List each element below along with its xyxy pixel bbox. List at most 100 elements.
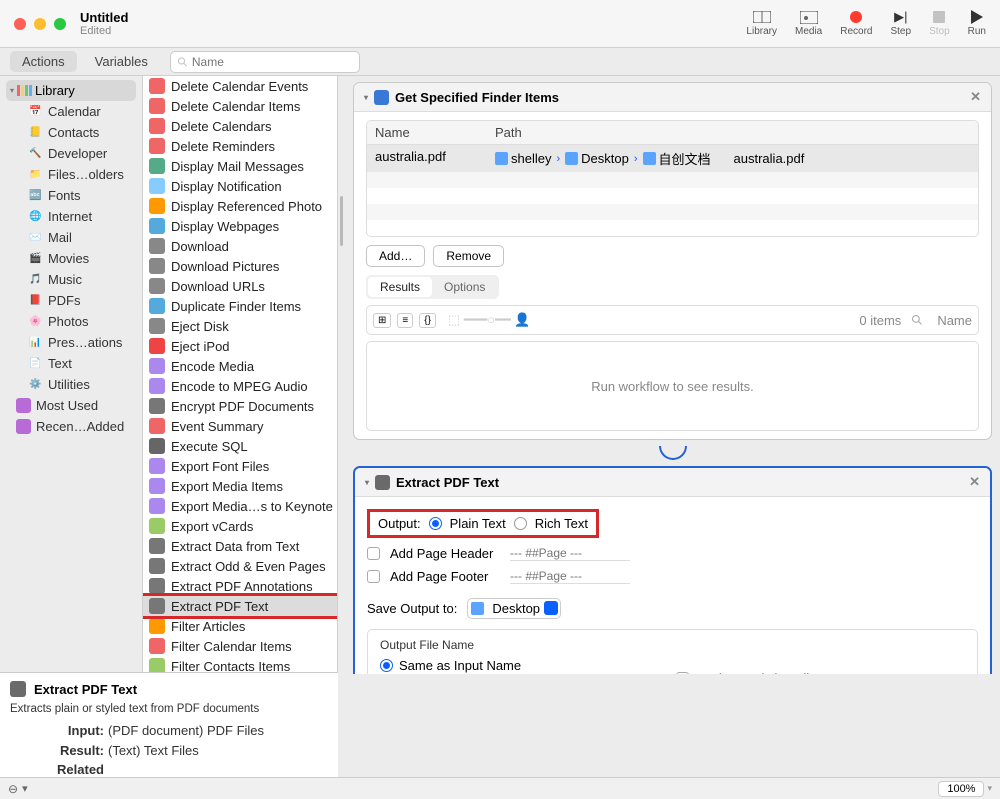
lib-item[interactable]: 🌸Photos [6, 311, 136, 332]
close-window[interactable] [14, 18, 26, 30]
ofn-title: Output File Name [380, 638, 965, 652]
action-item[interactable]: Eject iPod [143, 336, 337, 356]
name-filter[interactable]: Name [937, 313, 972, 328]
wf-extract-pdf-text: ▾Extract PDF Text✕ Output: Plain Text Ri… [353, 466, 992, 674]
action-item[interactable]: Encode Media [143, 356, 337, 376]
wf1-close[interactable]: ✕ [970, 89, 981, 105]
record-button[interactable]: Record [840, 10, 872, 37]
action-item[interactable]: Delete Calendar Events [143, 76, 337, 96]
action-item[interactable]: Extract Data from Text [143, 536, 337, 556]
save-label: Save Output to: [367, 601, 457, 616]
lib-item[interactable]: 📅Calendar [6, 101, 136, 122]
output-label: Output: [378, 516, 421, 531]
action-item[interactable]: Filter Calendar Items [143, 636, 337, 656]
lib-item[interactable]: 🌐Internet [6, 206, 136, 227]
window-subtitle: Edited [80, 25, 128, 37]
lib-item[interactable]: ✉️Mail [6, 227, 136, 248]
lib-item[interactable]: 🎬Movies [6, 248, 136, 269]
action-item[interactable]: Event Summary [143, 416, 337, 436]
file-row[interactable]: australia.pdf shelley›Desktop›自创文档austra… [367, 145, 978, 172]
tab-results[interactable]: Results [368, 277, 432, 297]
media-button[interactable]: Media [795, 10, 822, 37]
pdf-icon [10, 681, 26, 697]
action-item[interactable]: Display Mail Messages [143, 156, 337, 176]
actions-list: Delete Calendar EventsDelete Calendar It… [142, 76, 338, 674]
step-button[interactable]: ▶|Step [890, 10, 911, 37]
action-item[interactable]: Execute SQL [143, 436, 337, 456]
action-item[interactable]: Filter Articles [143, 616, 337, 636]
header-input[interactable] [510, 546, 630, 561]
pdf-icon [375, 475, 390, 490]
empty-results: Run workflow to see results. [366, 341, 979, 431]
statusbar: ⊖ ▾ 100% ▾ [0, 777, 1000, 799]
items-count: 0 items [859, 313, 901, 328]
action-item[interactable]: Display Webpages [143, 216, 337, 236]
lib-smart[interactable]: Most Used [6, 395, 136, 416]
chk-replace[interactable] [676, 672, 689, 674]
wf2-title: Extract PDF Text [396, 475, 499, 490]
action-item[interactable]: Display Referenced Photo [143, 196, 337, 216]
stop-button[interactable]: Stop [929, 10, 950, 37]
tab-options[interactable]: Options [432, 277, 497, 297]
tabs-row: Actions Variables [0, 48, 1000, 76]
lib-item[interactable]: 📒Contacts [6, 122, 136, 143]
action-item[interactable]: Encrypt PDF Documents [143, 396, 337, 416]
workflow-canvas: ▾Get Specified Finder Items✕ NamePath au… [345, 76, 1000, 674]
finder-icon [374, 90, 389, 105]
action-item[interactable]: Extract PDF Annotations [143, 576, 337, 596]
radio-rich[interactable] [514, 517, 527, 530]
zoom[interactable]: 100% [938, 781, 984, 797]
minimize-window[interactable] [34, 18, 46, 30]
action-item[interactable]: Delete Reminders [143, 136, 337, 156]
action-item[interactable]: Display Notification [143, 176, 337, 196]
radio-plain[interactable] [429, 517, 442, 530]
lib-item[interactable]: 🔤Fonts [6, 185, 136, 206]
output-highlight: Output: Plain Text Rich Text [367, 509, 599, 538]
radio-same[interactable] [380, 659, 393, 672]
action-item[interactable]: Export Font Files [143, 456, 337, 476]
lib-smart[interactable]: Recen…Added [6, 416, 136, 437]
action-item[interactable]: Encode to MPEG Audio [143, 376, 337, 396]
action-item[interactable]: Extract PDF Text [143, 596, 337, 616]
lib-item[interactable]: 🔨Developer [6, 143, 136, 164]
action-item[interactable]: Export Media Items [143, 476, 337, 496]
action-item[interactable]: Extract Odd & Even Pages [143, 556, 337, 576]
action-item[interactable]: Download [143, 236, 337, 256]
add-button[interactable]: Add… [366, 245, 425, 267]
view-switcher[interactable]: ⊞≡{}⬚ ━━━○━━ 👤 [373, 312, 531, 328]
action-item[interactable]: Export vCards [143, 516, 337, 536]
save-dest[interactable]: Desktop [467, 598, 561, 619]
library-sidebar: ▾Library 📅Calendar📒Contacts🔨Developer📁Fi… [0, 76, 142, 674]
action-search[interactable] [170, 51, 360, 73]
action-item[interactable]: Download Pictures [143, 256, 337, 276]
search-input[interactable] [192, 55, 353, 69]
wf-get-finder-items: ▾Get Specified Finder Items✕ NamePath au… [353, 82, 992, 440]
library-button[interactable]: Library [746, 10, 777, 37]
action-item[interactable]: Delete Calendars [143, 116, 337, 136]
remove-button[interactable]: Remove [433, 245, 504, 267]
tab-actions[interactable]: Actions [10, 51, 77, 72]
lib-item[interactable]: 🎵Music [6, 269, 136, 290]
traffic-lights [14, 18, 66, 30]
lib-item[interactable]: ⚙️Utilities [6, 374, 136, 395]
chk-footer[interactable] [367, 570, 380, 583]
wf2-close[interactable]: ✕ [969, 474, 980, 490]
action-item[interactable]: Duplicate Finder Items [143, 296, 337, 316]
action-item[interactable]: Export Media…s to Keynote [143, 496, 337, 516]
run-button[interactable]: Run [968, 10, 986, 37]
library-header[interactable]: ▾Library [6, 80, 136, 101]
lib-item[interactable]: 📊Pres…ations [6, 332, 136, 353]
action-item[interactable]: Delete Calendar Items [143, 96, 337, 116]
lib-item[interactable]: 📁Files…olders [6, 164, 136, 185]
tab-variables[interactable]: Variables [83, 51, 160, 72]
action-item[interactable]: Download URLs [143, 276, 337, 296]
footer-input[interactable] [510, 569, 630, 584]
action-item[interactable]: Eject Disk [143, 316, 337, 336]
splitter[interactable] [338, 76, 345, 674]
lib-item[interactable]: 📄Text [6, 353, 136, 374]
description-panel: Extract PDF Text Extracts plain or style… [0, 672, 338, 777]
chk-header[interactable] [367, 547, 380, 560]
zoom-window[interactable] [54, 18, 66, 30]
lib-item[interactable]: 📕PDFs [6, 290, 136, 311]
window-title: Untitled [80, 10, 128, 25]
